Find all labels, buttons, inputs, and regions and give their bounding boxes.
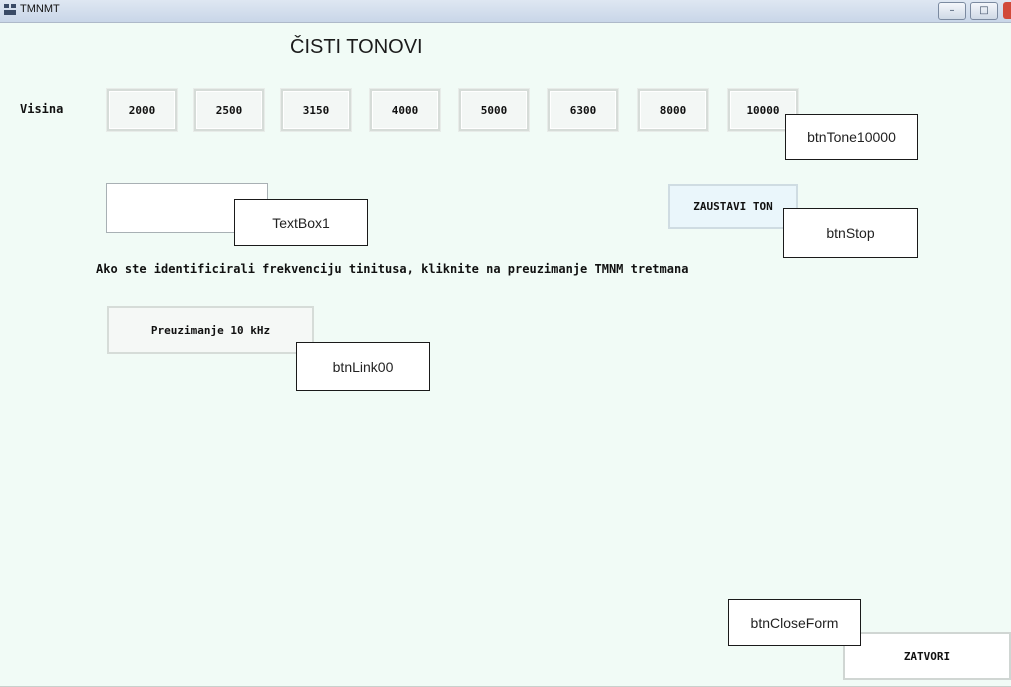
tone-button-2500[interactable]: 2500 — [194, 89, 264, 131]
tone-button-2000[interactable]: 2000 — [107, 89, 177, 131]
minimize-button[interactable]: – — [938, 2, 966, 20]
designer-tag-textbox1: TextBox1 — [234, 199, 368, 246]
tone-button-3150[interactable]: 3150 — [281, 89, 351, 131]
app-icon — [4, 4, 16, 15]
stop-tone-button[interactable]: ZAUSTAVI TON — [668, 184, 798, 229]
tone-button-4000[interactable]: 4000 — [370, 89, 440, 131]
window-titlebar[interactable]: TMNMT – □ — [0, 0, 1011, 23]
tone-button-8000[interactable]: 8000 — [638, 89, 708, 131]
close-form-button[interactable]: ZATVORI — [843, 632, 1011, 680]
maximize-icon: □ — [979, 5, 989, 16]
window-title: TMNMT — [20, 3, 60, 15]
close-window-button[interactable] — [1003, 2, 1011, 19]
pitch-label: Visina — [20, 102, 64, 116]
download-10khz-button[interactable]: Preuzimanje 10 kHz — [107, 306, 314, 354]
instruction-text: Ako ste identificirali frekvenciju tinit… — [96, 262, 689, 276]
maximize-button[interactable]: □ — [970, 2, 998, 20]
designer-tag-btn-link00: btnLink00 — [296, 342, 430, 391]
designer-tag-btn-stop: btnStop — [783, 208, 918, 258]
tone-button-6300[interactable]: 6300 — [548, 89, 618, 131]
designer-tag-btn-tone-10000: btnTone10000 — [785, 114, 918, 160]
tone-button-5000[interactable]: 5000 — [459, 89, 529, 131]
designer-tag-btn-close-form: btnCloseForm — [728, 599, 861, 646]
minimize-icon: – — [949, 5, 955, 16]
form-heading: ČISTI TONOVI — [290, 36, 423, 58]
